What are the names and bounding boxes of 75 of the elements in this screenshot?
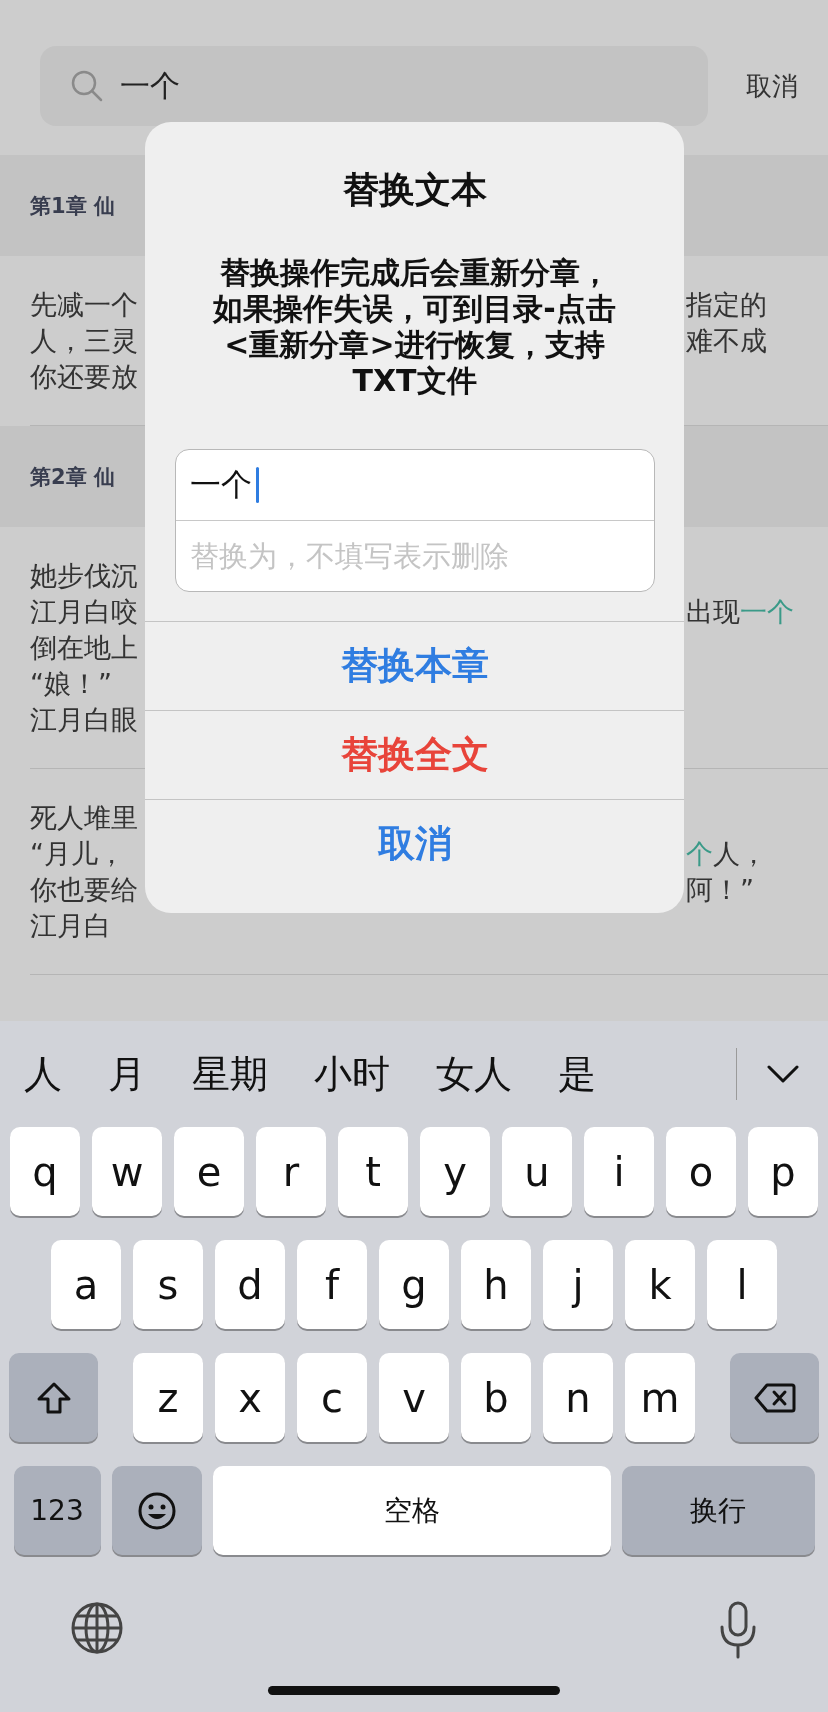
space-key[interactable]: 空格 — [212, 1466, 611, 1555]
candidate-word[interactable]: 小时 — [314, 1048, 390, 1100]
letter-key[interactable]: z — [133, 1353, 203, 1442]
letter-key[interactable]: c — [297, 1353, 367, 1442]
candidate-word[interactable]: 是 — [558, 1048, 596, 1100]
globe-icon[interactable] — [70, 1601, 124, 1655]
letter-key[interactable]: g — [379, 1240, 449, 1329]
candidate-word[interactable]: 人 — [24, 1048, 62, 1100]
letter-key[interactable]: y — [420, 1127, 490, 1216]
candidate-word[interactable]: 月 — [108, 1048, 146, 1100]
letter-key[interactable]: w — [92, 1127, 162, 1216]
letter-key[interactable]: l — [707, 1240, 777, 1329]
result-text: 先减一个 — [30, 288, 139, 322]
candidate-word[interactable]: 女人 — [436, 1048, 512, 1100]
letter-key[interactable]: v — [379, 1353, 449, 1442]
letter-key[interactable]: s — [133, 1240, 203, 1329]
letter-key[interactable]: o — [666, 1127, 736, 1216]
text-field-group[interactable]: 一个 替换为，不填写表示删除 — [174, 449, 655, 592]
shift-icon — [35, 1380, 72, 1415]
letter-key[interactable]: d — [215, 1240, 285, 1329]
letter-key[interactable]: r — [256, 1127, 326, 1216]
letter-key[interactable]: t — [338, 1127, 408, 1216]
letter-key[interactable]: x — [215, 1353, 285, 1442]
letter-key[interactable]: i — [584, 1127, 654, 1216]
letter-key[interactable]: b — [461, 1353, 531, 1442]
letter-key[interactable]: u — [502, 1127, 572, 1216]
emoji-icon — [136, 1490, 177, 1531]
result-text: 个人， — [686, 837, 767, 871]
replace-field[interactable]: 替换为，不填写表示删除 — [175, 521, 654, 591]
result-text: 她步伐沉 — [30, 559, 139, 593]
result-text: 死人堆里 — [30, 801, 139, 835]
result-text: 你也要给 — [30, 873, 139, 907]
letter-key[interactable]: a — [51, 1240, 121, 1329]
cancel-link[interactable]: 取消 — [746, 46, 798, 126]
letter-key[interactable]: q — [10, 1127, 80, 1216]
result-text: 江月白眼 — [30, 703, 139, 737]
numbers-key[interactable]: 123 — [13, 1466, 101, 1555]
emoji-key[interactable] — [111, 1466, 202, 1555]
text-cursor — [255, 467, 259, 503]
result-text: “娘！” — [30, 667, 113, 701]
result-text: 阿！” — [686, 873, 754, 907]
letter-key[interactable]: f — [297, 1240, 367, 1329]
search-icon — [70, 69, 104, 103]
result-text: 江月白咬 — [30, 595, 139, 629]
find-field[interactable]: 一个 — [175, 450, 654, 521]
result-text: 江月白 — [30, 909, 112, 943]
result-text: “月儿， — [30, 837, 126, 871]
result-text: 倒在地上 — [30, 631, 139, 665]
candidate-word[interactable]: 星期 — [192, 1048, 268, 1100]
result-text: 出现一个 — [686, 595, 794, 629]
result-text: 人，三灵 — [30, 324, 139, 358]
dialog-button[interactable]: 替换本章 — [145, 621, 684, 710]
microphone-icon[interactable] — [718, 1601, 758, 1659]
backspace-icon — [753, 1382, 796, 1413]
letter-key[interactable]: j — [543, 1240, 613, 1329]
result-text: 指定的 — [686, 288, 767, 322]
dialog-message: 替换操作完成后会重新分章，如果操作失误，可到目录-点击<重新分章>进行恢复，支持TXT文件 — [212, 255, 617, 399]
chapter-title: 第1章 仙 — [30, 192, 115, 220]
return-key[interactable]: 换行 — [621, 1466, 815, 1555]
chapter-title: 第2章 仙 — [30, 463, 115, 491]
dialog-button[interactable]: 取消 — [145, 799, 684, 888]
shift-key[interactable] — [9, 1353, 98, 1442]
result-text: 难不成 — [686, 324, 767, 358]
result-text: 你还要放 — [30, 360, 139, 394]
letter-key[interactable]: e — [174, 1127, 244, 1216]
letter-key[interactable]: k — [625, 1240, 695, 1329]
dialog-title: 替换文本 — [342, 168, 487, 212]
chevron-down-icon[interactable] — [767, 1065, 799, 1083]
search-text: 一个 — [120, 66, 180, 105]
letter-key[interactable]: m — [625, 1353, 695, 1442]
search-field[interactable]: 一个 — [40, 46, 708, 126]
delete-key[interactable] — [730, 1353, 819, 1442]
letter-key[interactable]: n — [543, 1353, 613, 1442]
letter-key[interactable]: p — [748, 1127, 818, 1216]
letter-key[interactable]: h — [461, 1240, 531, 1329]
